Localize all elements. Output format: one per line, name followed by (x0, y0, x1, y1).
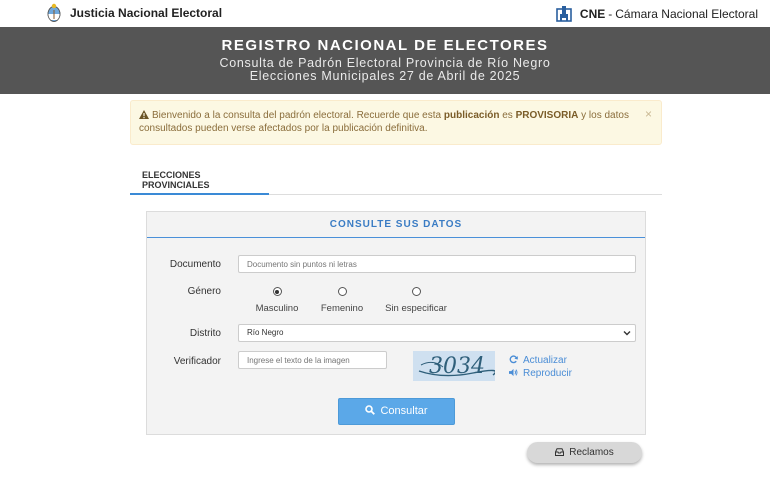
refresh-icon (509, 355, 518, 364)
genero-label: Género (187, 286, 221, 297)
page-title: REGISTRO NACIONAL DE ELECTORES (221, 37, 549, 54)
captcha-graphic: 3034 (418, 354, 497, 379)
captcha-actions: Actualizar Reproducir (509, 354, 572, 380)
jne-brand[interactable]: Justicia Nacional Electoral (46, 2, 222, 24)
reclamos-button[interactable]: Reclamos (527, 442, 642, 463)
consultar-label: Consultar (380, 405, 428, 417)
genero-femenino-radio[interactable] (337, 287, 347, 296)
consultar-button[interactable]: Consultar (338, 398, 455, 425)
volume-icon (509, 368, 518, 377)
genero-sin-especificar-radio[interactable] (411, 287, 421, 296)
header-banner: REGISTRO NACIONAL DE ELECTORES Consulta … (0, 27, 770, 94)
search-icon (365, 405, 376, 415)
cne-abbr: CNE (579, 7, 606, 21)
cne-separator: - (608, 7, 613, 21)
play-label: Reproducir (523, 368, 572, 379)
distrito-label: Distrito (189, 328, 221, 339)
alert-text-1: Bienvenido a la consulta del padrón elec… (152, 110, 444, 121)
jne-title: Justicia Nacional Electoral (70, 6, 223, 20)
alert-bold-provisoria: PROVISORIA (515, 110, 579, 121)
election-date: Elecciones Municipales 27 de Abril de 20… (249, 69, 521, 83)
verificador-input[interactable] (238, 351, 387, 369)
captcha-image: 3034 (413, 351, 497, 381)
cne-title: Cámara Nacional Electoral (615, 7, 758, 21)
cne-building-icon (556, 6, 572, 22)
documento-label: Documento (169, 259, 221, 270)
chevron-down-icon (623, 331, 631, 336)
warning-icon (139, 110, 149, 119)
top-bar: Justicia Nacional Electoral CNE - Cámara… (0, 0, 770, 27)
play-audio-link[interactable]: Reproducir (509, 367, 572, 380)
genero-sin-especificar-label: Sin especificar (385, 303, 447, 314)
panel-heading: CONSULTE SUS DATOS (147, 212, 645, 238)
tab-bar: ELECCIONES PROVINCIALES (130, 160, 662, 195)
refresh-captcha-link[interactable]: Actualizar (509, 354, 572, 367)
reclamos-label: Reclamos (569, 447, 614, 458)
alert-text-2: es (499, 110, 516, 121)
distrito-select[interactable]: Río Negro (238, 324, 636, 342)
inbox-icon (555, 448, 565, 456)
tab-elecciones-provinciales[interactable]: ELECCIONES PROVINCIALES (130, 160, 269, 195)
genero-masculino-radio[interactable] (272, 287, 282, 296)
cne-brand[interactable]: CNE - Cámara Nacional Electoral (556, 3, 758, 25)
argentina-crest-icon (47, 3, 61, 22)
consulta-panel: CONSULTE SUS DATOS Documento Género Masc… (146, 211, 646, 435)
distrito-value: Río Negro (247, 328, 284, 337)
refresh-label: Actualizar (523, 355, 567, 366)
alert-close-button[interactable]: × (645, 108, 652, 121)
page-subtitle: Consulta de Padrón Electoral Provincia d… (219, 56, 551, 70)
verificador-label: Verificador (173, 356, 221, 367)
documento-input[interactable] (238, 255, 636, 273)
alert-bold-publicacion: publicación (443, 110, 500, 121)
provisional-alert: Bienvenido a la consulta del padrón elec… (130, 100, 662, 145)
genero-sin-especificar-option[interactable]: Sin especificar (371, 287, 461, 314)
